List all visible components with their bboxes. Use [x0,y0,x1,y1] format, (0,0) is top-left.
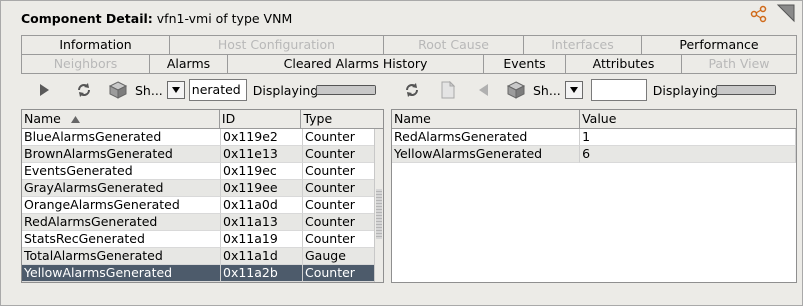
tab-cleared-alarms-history[interactable]: Cleared Alarms History [227,54,483,73]
cell-id: 0x11a1d [221,248,303,265]
table-row[interactable]: StatsRecGenerated 0x11a19 Counter [22,231,383,248]
cell-type: Counter [303,214,376,231]
cell-type: Gauge [303,248,376,265]
collapse-corner-icon[interactable] [776,3,796,23]
column-header-label: Name [24,111,61,126]
table-row[interactable]: YellowAlarmsGenerated 6 [392,146,796,163]
cell-id: 0x11a0d [221,197,303,214]
tab-interfaces[interactable]: Interfaces [523,35,641,54]
table-row[interactable]: YellowAlarmsGenerated 0x11a2b Counter [22,265,383,282]
chevron-down-icon[interactable] [166,81,185,99]
cell-id: 0x11a13 [221,214,303,231]
displaying-label: Displaying [652,82,719,98]
tab-divider [21,73,797,74]
table-body: BlueAlarmsGenerated 0x119e2 Counter BrownAl… [22,129,383,282]
table-row[interactable]: BrownAlarmsGenerated 0x11e13 Counter [22,146,383,163]
cell-name: StatsRecGenerated [22,231,221,248]
scrollbar-thumb[interactable] [376,189,382,239]
cell-type: Counter [303,197,376,214]
header-label: Component Detail: [21,10,153,26]
cell-id: 0x11a2b [221,265,303,282]
right-toolbar: Sh... Displaying [399,77,799,103]
column-header-name[interactable]: Name [392,110,581,129]
cell-type: Counter [303,129,376,146]
cell-name: BrownAlarmsGenerated [22,146,221,163]
displaying-label: Displaying [252,82,319,98]
back-icon [471,78,497,102]
cube-icon[interactable] [503,78,529,102]
tab-root-cause[interactable]: Root Cause [383,35,523,54]
header-value: vfn1-vmi of type VNM [156,10,293,26]
tab-row-1: Information Host Configuration Root Caus… [21,35,797,54]
tab-performance[interactable]: Performance [641,35,797,54]
cell-name: TotalAlarmsGenerated [22,248,221,265]
document-icon [435,78,461,102]
filter-input[interactable]: nerated [188,79,247,101]
tab-path-view[interactable]: Path View [681,54,797,73]
cell-type: Counter [303,163,376,180]
filter-input[interactable] [590,79,647,101]
tab-attributes[interactable]: Attributes [565,54,681,73]
cell-name: BlueAlarmsGenerated [22,129,221,146]
tab-information[interactable]: Information [21,35,169,54]
refresh-icon[interactable] [399,78,425,102]
cell-name: GrayAlarmsGenerated [22,180,221,197]
tab-neighbors[interactable]: Neighbors [21,54,149,73]
table-row[interactable]: RedAlarmsGenerated 0x11a13 Counter [22,214,383,231]
attribute-values-table: Name Value RedAlarmsGenerated 1 YellowAlar… [391,109,797,283]
cube-icon[interactable] [105,78,131,102]
displaying-progress-bar [716,85,777,95]
table-row[interactable]: GrayAlarmsGenerated 0x119ee Counter [22,180,383,197]
column-header-type[interactable]: Type [301,110,383,129]
tab-host-configuration[interactable]: Host Configuration [169,35,383,54]
tab-events[interactable]: Events [483,54,565,73]
refresh-icon[interactable] [71,78,97,102]
show-label: Sh... [135,82,163,98]
cell-id: 0x119ee [221,180,303,197]
cell-id: 0x11a19 [221,231,303,248]
cell-name: YellowAlarmsGenerated [22,265,221,282]
cell-name: RedAlarmsGenerated [22,214,221,231]
cell-id: 0x119ec [221,163,303,180]
column-header-value[interactable]: Value [580,110,796,129]
column-header-name[interactable]: Name [22,110,220,129]
cell-value: 6 [580,146,796,163]
left-toolbar: Sh... nerated Displaying [31,77,387,103]
show-label: Sh... [533,82,561,98]
cell-type: Counter [303,180,376,197]
table-row[interactable]: TotalAlarmsGenerated 0x11a1d Gauge [22,248,383,265]
table-body: RedAlarmsGenerated 1 YellowAlarmsGenerated… [392,129,796,163]
chevron-down-icon[interactable] [564,81,583,99]
cell-id: 0x119e2 [221,129,303,146]
cell-value: 1 [580,129,796,146]
cell-name: RedAlarmsGenerated [392,129,581,146]
show-combo[interactable]: Sh... [135,79,185,101]
table-row[interactable]: BlueAlarmsGenerated 0x119e2 Counter [22,129,383,146]
tab-row-2: Neighbors Alarms Cleared Alarms History … [21,54,797,73]
table-row[interactable]: EventsGenerated 0x119ec Counter [22,163,383,180]
column-header-id[interactable]: ID [220,110,302,129]
tab-alarms[interactable]: Alarms [149,54,227,73]
sort-ascending-icon [70,110,80,128]
component-detail-panel: Component Detail: vfn1-vmi of type VNM I… [0,0,803,306]
cell-id: 0x11e13 [221,146,303,163]
displaying-progress-bar [316,85,377,95]
attributes-table: Name ID Type BlueAlarmsGenerated 0x119e2 C… [21,109,384,283]
table-row[interactable]: OrangeAlarmsGenerated 0x11a0d Counter [22,197,383,214]
cell-type: Counter [303,146,376,163]
panel-header: Component Detail: vfn1-vmi of type VNM [21,5,797,31]
table-header: Name ID Type [22,110,383,129]
play-icon[interactable] [31,78,57,102]
cell-type: Counter [303,265,376,282]
table-row[interactable]: RedAlarmsGenerated 1 [392,129,796,146]
share-icon[interactable] [750,5,768,23]
cell-name: YellowAlarmsGenerated [392,146,581,163]
cell-name: EventsGenerated [22,163,221,180]
table-header: Name Value [392,110,796,129]
cell-name: OrangeAlarmsGenerated [22,197,221,214]
vertical-scrollbar[interactable] [374,129,383,282]
cell-type: Counter [303,231,376,248]
show-combo[interactable]: Sh... [533,79,583,101]
